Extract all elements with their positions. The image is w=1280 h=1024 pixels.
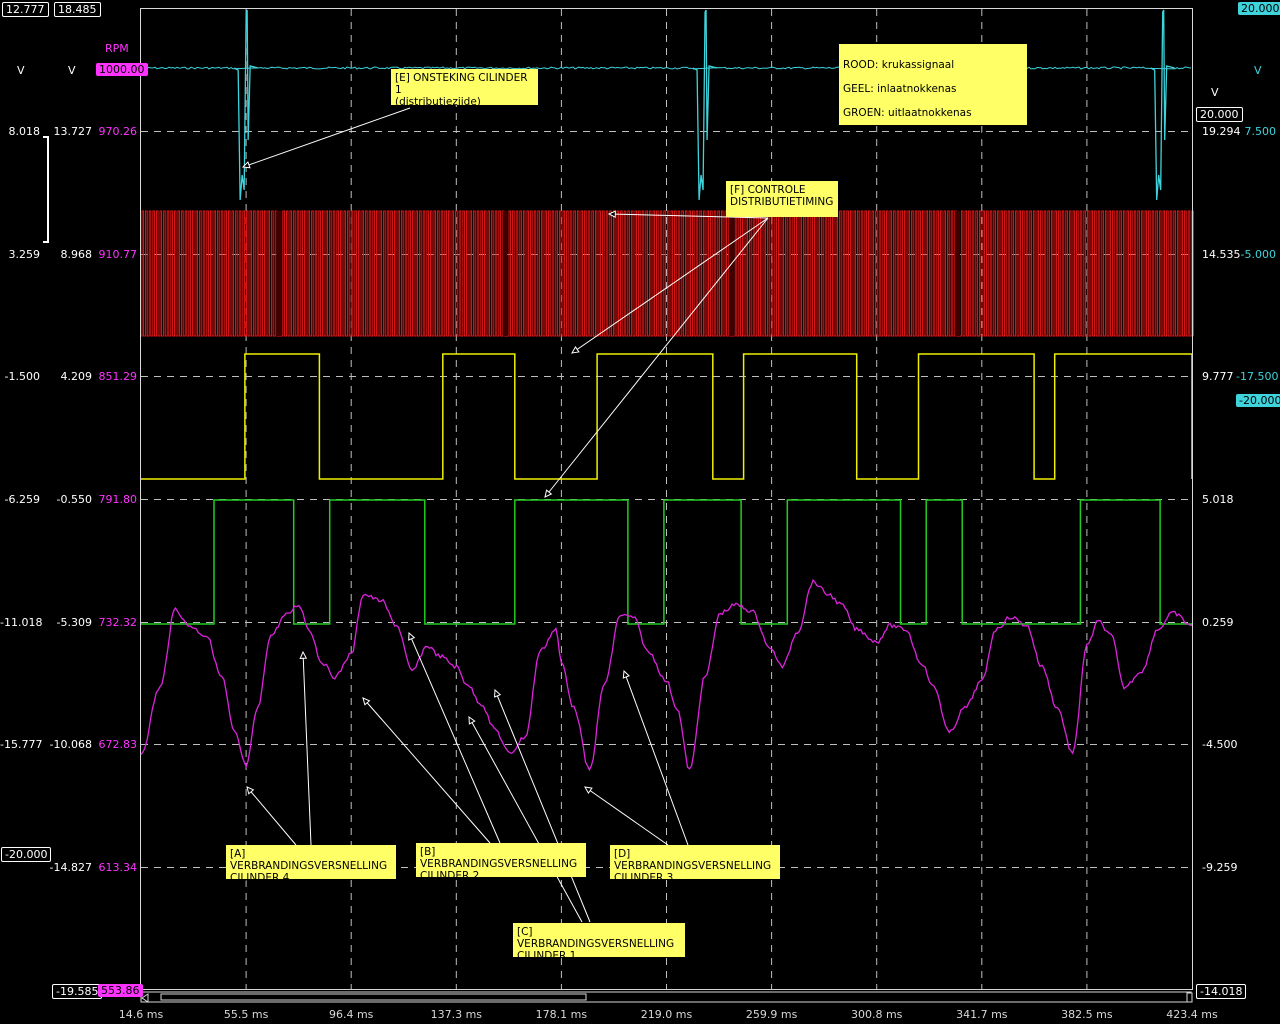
- left1-bottom-value[interactable]: -20.000: [1, 847, 52, 862]
- time-tick-label: 137.3 ms: [430, 1008, 483, 1021]
- channel-legend[interactable]: ROOD: krukassignaal GEEL: inlaatnokkenas…: [839, 44, 1027, 143]
- crank-gap-marker: [502, 211, 508, 336]
- arrowhead-icon: [494, 688, 502, 698]
- crank-gap-marker: [955, 211, 961, 336]
- axis-tick-label: 8.968: [60, 248, 93, 261]
- note-f-timing-check[interactable]: [F] CONTROLE DISTRIBUTIETIMING: [726, 181, 838, 217]
- axis-tick-label: 613.34: [98, 861, 138, 874]
- axis-tick-label: 5.018: [1202, 493, 1234, 506]
- axis-tick-label: -9.259: [1202, 861, 1238, 874]
- scroll-right-handle[interactable]: [1186, 992, 1193, 1003]
- axis-tick-label: -4.500: [1202, 738, 1238, 751]
- annotation-arrow-line: [494, 689, 591, 923]
- time-tick-label: 341.7 ms: [956, 1008, 1008, 1021]
- time-tick-label: 14.6 ms: [118, 1008, 164, 1021]
- arrowhead-icon: [299, 650, 308, 659]
- annotation-arrow-line: [242, 107, 411, 168]
- time-tick-label: 178.1 ms: [535, 1008, 588, 1021]
- axis-tick-label: 970.26: [98, 125, 138, 138]
- axis-tick-label: 3.259: [8, 248, 41, 261]
- axis-tick-label: -17.500: [1236, 370, 1279, 383]
- axis-tick-label: 672.83: [98, 738, 138, 751]
- annotation-arrow-line: [623, 670, 689, 846]
- axis-tick-label: 0.259: [1202, 616, 1234, 629]
- waveform-traces: [140, 9, 1194, 772]
- time-tick-label: 423.4 ms: [1166, 1008, 1218, 1021]
- axis-tick-label: -0.550: [56, 493, 92, 506]
- right2-top-value[interactable]: 20.000: [1238, 2, 1280, 15]
- axis-tick-label: -5.000: [1240, 248, 1276, 261]
- crank-gap-marker: [728, 211, 734, 336]
- arrowhead-icon: [544, 489, 553, 498]
- annotation-arrow-line: [302, 651, 312, 846]
- annotation-arrow-line: [246, 786, 297, 846]
- axis-tick-label: 7.500: [1244, 125, 1277, 138]
- left1-top-value[interactable]: 12.777: [2, 2, 49, 17]
- crank-gap-marker: [276, 211, 282, 336]
- time-tick-label: 259.9 ms: [745, 1008, 798, 1021]
- annotation-arrow-line: [468, 716, 583, 923]
- arrowhead-icon: [408, 631, 416, 641]
- axis-tick-label: 851.29: [98, 370, 138, 383]
- axis-tick-label: 791.80: [98, 493, 138, 506]
- axis-tick-label: 4.209: [60, 370, 93, 383]
- left2-unit-label: V: [68, 64, 76, 77]
- right1-top-value[interactable]: 20.000: [1196, 107, 1243, 122]
- axis-tick-label: -15.777: [0, 738, 43, 751]
- axis-tick-label: 8.018: [8, 125, 41, 138]
- grid-lines: [141, 9, 1192, 989]
- annotation-arrow-line: [408, 632, 501, 844]
- scrollbar-thumb[interactable]: [160, 993, 587, 1001]
- crank-signal-trace: [141, 210, 1194, 337]
- time-scrollbar[interactable]: [140, 991, 1193, 1003]
- time-tick-label: 219.0 ms: [640, 1008, 693, 1021]
- time-tick-label: 96.4 ms: [328, 1008, 374, 1021]
- time-tick-label: 55.5 ms: [223, 1008, 269, 1021]
- left2-top-value[interactable]: 18.485: [54, 2, 101, 17]
- right1-bottom-value[interactable]: -14.018: [1196, 984, 1247, 999]
- axis-tick-label: 732.32: [98, 616, 138, 629]
- rpm-unit-label: RPM: [105, 42, 129, 55]
- axis-tick-label: -10.068: [49, 738, 92, 751]
- right2-unit-label: V: [1254, 64, 1262, 77]
- ignition-coil-trace: [141, 66, 1192, 70]
- time-tick-label: 300.8 ms: [850, 1008, 903, 1021]
- right1-unit-label: V: [1211, 86, 1219, 99]
- legend-line-yellow: GEEL: inlaatnokkenas: [843, 83, 957, 95]
- note-a-cylinder-4[interactable]: [A] VERBRANDINGSVERSNELLING CILINDER 4: [226, 845, 396, 884]
- rpm-min-value[interactable]: 553.86: [98, 984, 143, 997]
- note-b-cylinder-2[interactable]: [B] VERBRANDINGSVERSNELLING CILINDER 2: [416, 843, 586, 882]
- left2-bottom-value[interactable]: -19.585: [52, 984, 103, 999]
- note-d-cylinder-3[interactable]: [D] VERBRANDINGSVERSNELLING CILINDER 3: [610, 845, 780, 884]
- arrowhead-icon: [468, 715, 476, 725]
- axis-tick-label: 910.77: [98, 248, 138, 261]
- legend-line-green: GROEN: uitlaatnokkenas: [843, 107, 972, 119]
- note-c-cylinder-1[interactable]: [C] VERBRANDINGSVERSNELLING CILINDER 1: [513, 923, 685, 962]
- left1-unit-label: V: [17, 64, 25, 77]
- time-tick-label: 382.5 ms: [1061, 1008, 1113, 1021]
- arrowhead-icon: [571, 345, 580, 354]
- arrowhead-icon: [622, 669, 630, 679]
- legend-line-blue: BLAUW: bobine 4 (distributiezijde): [843, 131, 1023, 143]
- right2-second-value[interactable]: -20.000: [1236, 394, 1280, 407]
- axis-tick-label: -5.309: [56, 616, 92, 629]
- ignition-spike: [692, 9, 718, 201]
- arrowhead-icon: [584, 786, 593, 795]
- axis-tick-label: -1.500: [4, 370, 40, 383]
- axis-tick-label: -11.018: [0, 616, 43, 629]
- rpm-max-value[interactable]: 1000.00: [96, 63, 148, 76]
- legend-line-red: ROOD: krukassignaal: [843, 59, 955, 71]
- axis-tick-label: 13.727: [53, 125, 93, 138]
- ignition-spike: [1150, 9, 1175, 201]
- annotation-arrow-line: [584, 786, 669, 846]
- note-e-ignition-cylinder-1[interactable]: [E] ONSTEKING CILINDER 1 (distributiezij…: [391, 69, 538, 108]
- axis-tick-label: -6.259: [4, 493, 40, 506]
- axis-tick-label: -14.827: [49, 861, 92, 874]
